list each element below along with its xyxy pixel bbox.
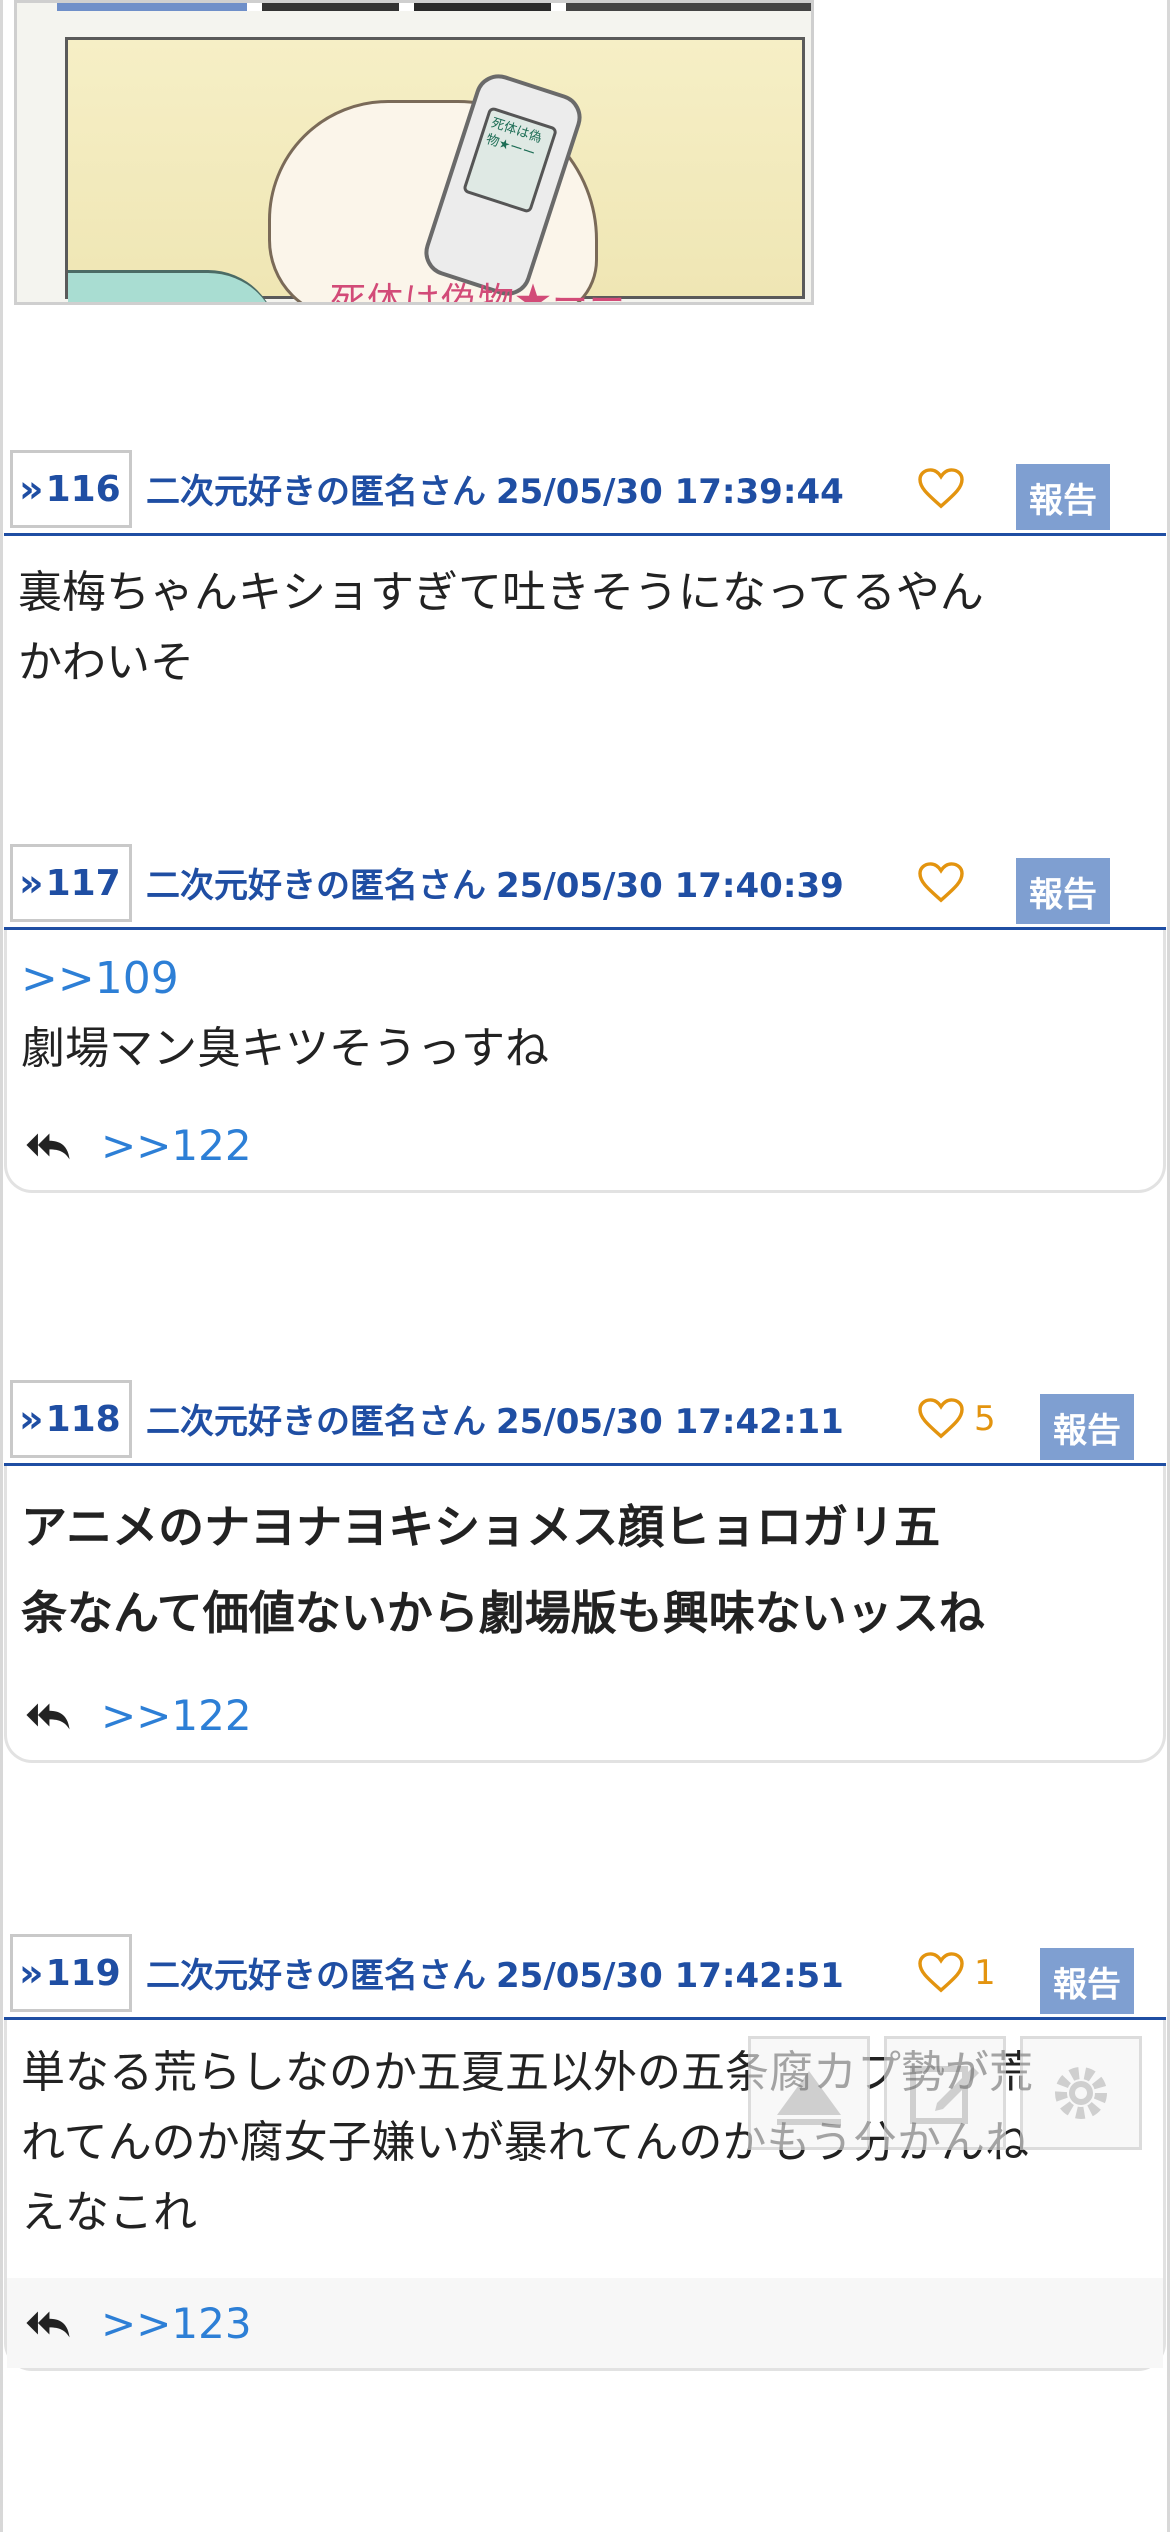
post-line: かわいそ: [18, 637, 194, 688]
like-count: 5: [974, 1399, 996, 1439]
post-meta: 二次元好きの匿名さん 25/05/30 17:39:44: [146, 464, 844, 513]
res-number-button[interactable]: » 118: [10, 1380, 132, 1458]
poster-name: 二次元好きの匿名さん: [146, 866, 486, 906]
res-number: 116: [45, 468, 121, 510]
post-body: 裏梅ちゃんキショすぎて吐きそうになってるやん かわいそ: [4, 536, 1166, 698]
edit-icon: [910, 2066, 979, 2124]
heart-icon: [918, 1398, 964, 1439]
post-timestamp: 25/05/30 17:40:39: [496, 866, 844, 906]
post-body: >>109 劇場マン臭キツそうっすね: [7, 930, 1163, 1084]
report-button[interactable]: 報告: [1016, 464, 1110, 530]
post-line: 劇場マン臭キツそうっすね: [21, 1023, 549, 1074]
report-button[interactable]: 報告: [1040, 1948, 1134, 2014]
res-number: 118: [45, 1398, 121, 1440]
res-number: 117: [45, 862, 121, 904]
image-caption: 死体は偽物★ーー: [330, 281, 627, 305]
heart-icon: [918, 862, 964, 903]
post-line: 裏梅ちゃんキショすぎて吐きそうになってるやん: [18, 567, 984, 618]
settings-button[interactable]: [1020, 2036, 1142, 2150]
triangle-up-icon: [777, 2071, 841, 2125]
double-chevron-icon: »: [19, 1397, 44, 1441]
post-header: » 116 二次元好きの匿名さん 25/05/30 17:39:44 報告: [4, 440, 1166, 536]
post-timestamp: 25/05/30 17:42:11: [496, 1402, 844, 1442]
anchor-link[interactable]: >>109: [21, 944, 1149, 1014]
post-header: » 119 二次元好きの匿名さん 25/05/30 17:42:51 1 報告: [4, 1924, 1166, 2020]
post-body: アニメのナヨナヨキショメス顔ヒョロガリ五 条なんて価値ないから劇場版も興味ないッ…: [7, 1466, 1163, 1656]
reply-footer: >>123: [7, 2278, 1163, 2368]
like-button[interactable]: [918, 468, 964, 510]
phone-screen-text: 死体は偽物★ーー: [461, 106, 559, 214]
post-meta: 二次元好きの匿名さん 25/05/30 17:40:39: [146, 858, 844, 907]
reply-link[interactable]: >>122: [101, 1691, 252, 1740]
poster-name: 二次元好きの匿名さん: [146, 472, 486, 512]
res-number-button[interactable]: » 119: [10, 1934, 132, 2012]
reply-footer: >>122: [7, 1670, 1163, 1760]
reply-footer: >>122: [7, 1100, 1163, 1190]
reply-link[interactable]: >>122: [101, 1121, 252, 1170]
post-meta: 二次元好きの匿名さん 25/05/30 17:42:51: [146, 1948, 844, 1997]
res-number-button[interactable]: » 117: [10, 844, 132, 922]
image-strip: [57, 3, 811, 11]
poster-name: 二次元好きの匿名さん: [146, 1956, 486, 1996]
report-button[interactable]: 報告: [1040, 1394, 1134, 1460]
post-line: えなこれ: [21, 2187, 197, 2238]
like-count: 1: [974, 1953, 996, 1993]
res-number: 119: [45, 1952, 121, 1994]
like-button[interactable]: [918, 862, 964, 904]
post-card: アニメのナヨナヨキショメス顔ヒョロガリ五 条なんて価値ないから劇場版も興味ないッ…: [4, 1466, 1166, 1763]
post-attached-image[interactable]: 死体は偽物★ーー 死体は偽物★ーー: [14, 0, 814, 305]
post-header: » 117 二次元好きの匿名さん 25/05/30 17:40:39 報告: [4, 834, 1166, 930]
post-meta: 二次元好きの匿名さん 25/05/30 17:42:11: [146, 1394, 844, 1443]
reply-link[interactable]: >>123: [101, 2299, 252, 2348]
double-chevron-icon: »: [19, 1951, 44, 1995]
reply-all-icon: [26, 1133, 70, 1160]
double-chevron-icon: »: [19, 467, 44, 511]
poster-name: 二次元好きの匿名さん: [146, 1402, 486, 1442]
post-118: » 118 二次元好きの匿名さん 25/05/30 17:42:11 5 報告 ア…: [4, 1370, 1166, 1763]
sleeve-illustration: [68, 270, 278, 302]
heart-icon: [918, 1952, 964, 1993]
like-button[interactable]: 5: [918, 1398, 996, 1440]
post-card: >>109 劇場マン臭キツそうっすね >>122: [4, 930, 1166, 1193]
like-button[interactable]: 1: [918, 1952, 996, 1994]
post-timestamp: 25/05/30 17:39:44: [496, 472, 844, 512]
scroll-top-button[interactable]: [748, 2036, 870, 2150]
res-number-button[interactable]: » 116: [10, 450, 132, 528]
post-line: アニメのナヨナヨキショメス顔ヒョロガリ五: [21, 1500, 941, 1554]
post-117: » 117 二次元好きの匿名さん 25/05/30 17:40:39 報告 >>1…: [4, 834, 1166, 1193]
double-chevron-icon: »: [19, 861, 44, 905]
heart-icon: [918, 468, 964, 509]
reply-all-icon: [26, 2311, 70, 2338]
manga-panel: 死体は偽物★ーー 死体は偽物★ーー: [65, 37, 805, 302]
post-header: » 118 二次元好きの匿名さん 25/05/30 17:42:11 5 報告: [4, 1370, 1166, 1466]
post-line: 条なんて価値ないから劇場版も興味ないッスね: [21, 1586, 985, 1640]
compose-button[interactable]: [884, 2036, 1006, 2150]
report-button[interactable]: 報告: [1016, 858, 1110, 924]
post-timestamp: 25/05/30 17:42:51: [496, 1956, 844, 1996]
floating-buttons: [748, 2036, 1142, 2150]
post-116: » 116 二次元好きの匿名さん 25/05/30 17:39:44 報告 裏梅ち…: [4, 440, 1166, 698]
gear-icon: [1055, 2067, 1107, 2119]
reply-all-icon: [26, 1703, 70, 1730]
